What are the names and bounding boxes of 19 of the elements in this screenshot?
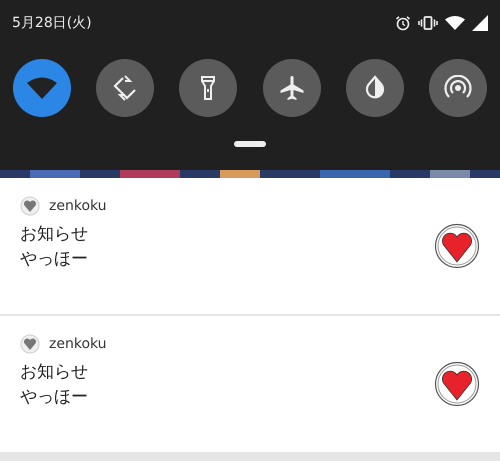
rotate-icon <box>112 75 138 101</box>
notification-card[interactable]: zenkoku お知らせ やっほー <box>0 178 500 314</box>
notification-title: お知らせ <box>20 361 88 383</box>
wifi-icon <box>445 15 465 31</box>
vibrate-icon <box>418 15 438 31</box>
app-name: zenkoku <box>49 198 107 214</box>
drop-icon <box>364 75 385 101</box>
notification-text: やっほー <box>20 248 88 270</box>
flashlight-icon <box>200 75 216 101</box>
notification-card[interactable]: zenkoku お知らせ やっほー <box>0 316 500 452</box>
wifi-icon <box>27 76 57 100</box>
alarm-icon <box>395 15 411 31</box>
signal-icon <box>472 15 488 31</box>
date-text: 5月28日(火) <box>12 14 92 32</box>
notification-text: やっほー <box>20 386 88 408</box>
notification-title: お知らせ <box>20 223 88 245</box>
drag-handle[interactable] <box>234 141 266 147</box>
airplane-icon <box>278 75 305 101</box>
app-name: zenkoku <box>49 336 107 352</box>
